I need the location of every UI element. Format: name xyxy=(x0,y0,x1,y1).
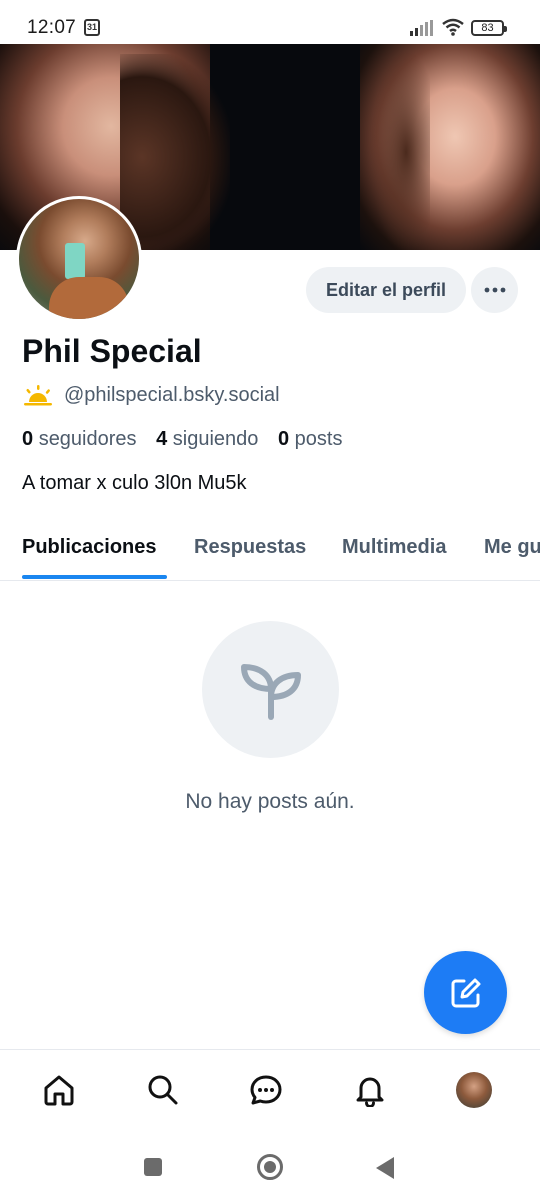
nav-home[interactable] xyxy=(37,1068,81,1112)
profile-avatar[interactable] xyxy=(16,196,142,322)
tab-me-gusta[interactable]: Me gu xyxy=(484,536,540,559)
profile-screen: 12:07 31 83 Editar el perfil Phil Specia… xyxy=(0,0,540,1200)
following-stat[interactable]: 4 siguiendo xyxy=(156,428,258,450)
banner-shade-left xyxy=(120,54,230,250)
back-icon[interactable] xyxy=(376,1157,394,1179)
edit-profile-button[interactable]: Editar el perfil xyxy=(306,267,466,313)
nav-profile[interactable] xyxy=(452,1068,496,1112)
system-navigation-bar xyxy=(0,1133,540,1200)
posts-label: posts xyxy=(294,428,343,450)
recent-apps-icon[interactable] xyxy=(144,1158,162,1176)
nav-chat[interactable] xyxy=(244,1068,288,1112)
banner-shade-right xyxy=(370,49,430,250)
search-icon xyxy=(148,1075,178,1105)
nav-notifications[interactable] xyxy=(348,1068,392,1112)
nav-search[interactable] xyxy=(141,1068,185,1112)
signal-icon xyxy=(410,20,433,36)
avatar-shirt xyxy=(49,277,129,319)
posts-count: 0 xyxy=(277,428,290,450)
wifi-icon xyxy=(442,18,464,36)
followers-stat[interactable]: 0 seguidores xyxy=(22,428,137,450)
empty-state-text: No hay posts aún. xyxy=(185,790,355,813)
following-count: 4 xyxy=(156,428,168,450)
compose-icon xyxy=(451,978,480,1007)
avatar xyxy=(456,1072,492,1108)
tab-respuestas[interactable]: Respuestas xyxy=(194,536,306,559)
bell-icon xyxy=(356,1077,384,1107)
more-horizontal-icon xyxy=(484,287,505,293)
profile-bio: A tomar x culo 3l0n Mu5k xyxy=(22,472,247,494)
user-handle[interactable]: @philspecial.bsky.social xyxy=(64,384,280,407)
profile-stats: 0 seguidores 4 siguiendo 0 posts xyxy=(22,428,356,451)
tab-multimedia[interactable]: Multimedia xyxy=(342,536,446,559)
posts-stat: 0 posts xyxy=(278,428,343,450)
status-bar: 12:07 31 83 xyxy=(0,0,540,44)
empty-state-circle xyxy=(202,621,339,758)
battery-icon: 83 xyxy=(471,20,507,36)
avatar-phone xyxy=(65,243,85,279)
tab-publicaciones[interactable]: Publicaciones xyxy=(22,536,157,559)
calendar-icon: 31 xyxy=(84,19,100,36)
followers-label: seguidores xyxy=(38,428,137,450)
profile-tabs: Publicaciones Respuestas Multimedia Me g… xyxy=(0,520,540,581)
following-label: siguiendo xyxy=(172,428,259,450)
status-time: 12:07 xyxy=(27,17,77,38)
home-icon xyxy=(44,1075,74,1106)
active-tab-indicator xyxy=(22,575,167,579)
followers-count: 0 xyxy=(22,428,34,450)
chat-icon xyxy=(250,1075,282,1105)
home-button-icon[interactable] xyxy=(257,1154,283,1180)
sprout-icon xyxy=(240,663,301,720)
bottom-navigation xyxy=(0,1049,540,1134)
display-name: Phil Special xyxy=(22,333,202,369)
handle-row: @philspecial.bsky.social xyxy=(22,383,280,407)
compose-button[interactable] xyxy=(424,951,507,1034)
sun-icon xyxy=(24,385,52,406)
more-options-button[interactable] xyxy=(471,267,518,313)
